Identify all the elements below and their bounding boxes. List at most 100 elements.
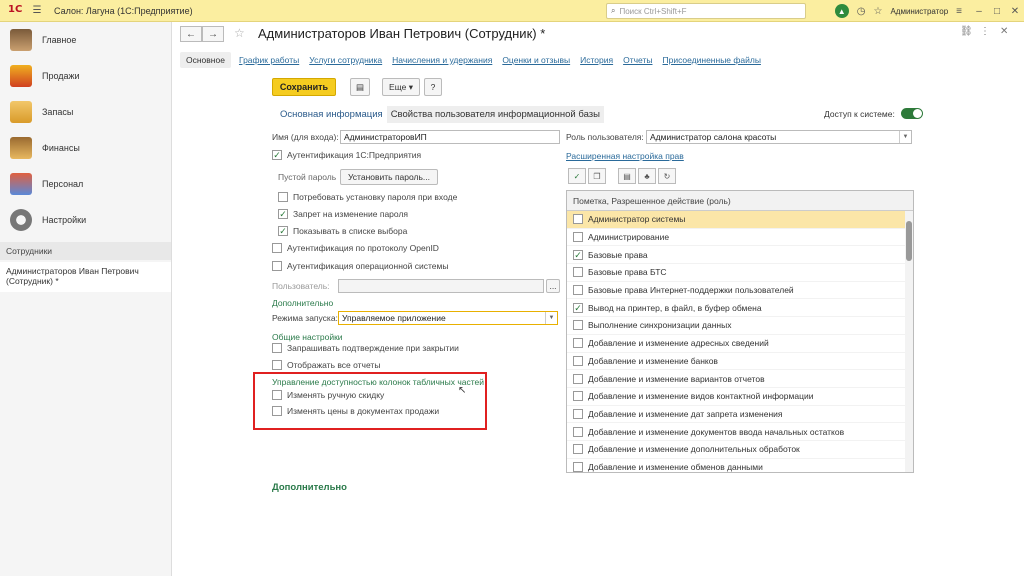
table-row[interactable]: Добавление и изменение обменов данными	[567, 459, 913, 472]
uncheck-all-icon[interactable]: ❐	[588, 168, 606, 184]
openid-checkbox[interactable]	[272, 243, 282, 253]
table-row[interactable]: ✓ Вывод на принтер, в файл, в буфер обмен…	[567, 299, 913, 318]
role-checkbox[interactable]	[573, 426, 583, 437]
favorites-icon[interactable]: ☆	[873, 6, 882, 17]
access-toggle[interactable]	[900, 108, 923, 119]
subtab-ib-user[interactable]: Свойства пользователя информационной баз…	[386, 106, 604, 123]
current-user[interactable]: Администратор	[890, 7, 948, 16]
list-view-icon[interactable]: ▤	[618, 168, 636, 184]
forward-arrow-icon[interactable]: →	[202, 26, 224, 42]
tab-schedule[interactable]: График работы	[239, 55, 299, 65]
extended-rights-link[interactable]: Расширенная настройка прав	[566, 151, 684, 161]
tab-services[interactable]: Услуги сотрудника	[309, 55, 382, 65]
os-user-field[interactable]	[338, 279, 544, 293]
show-in-list-row[interactable]: ✓ Показывать в списке выбора	[278, 226, 407, 236]
chevron-down-icon[interactable]: ▼	[545, 312, 557, 324]
auth-1c-row[interactable]: ✓ Аутентификация 1С:Предприятия	[272, 150, 421, 160]
favorite-star-icon[interactable]: ☆	[234, 26, 245, 40]
table-row[interactable]: Базовые права БТС	[567, 264, 913, 282]
check-all-icon[interactable]: ✓	[568, 168, 586, 184]
global-search-input[interactable]: ⌕ Поиск Ctrl+Shift+F	[606, 3, 806, 19]
subtab-main-info[interactable]: Основная информация	[276, 106, 387, 123]
more-button[interactable]: Еще ▾	[382, 78, 420, 96]
table-row[interactable]: Администрирование	[567, 229, 913, 247]
forbid-change-checkbox[interactable]: ✓	[278, 209, 288, 219]
table-row[interactable]: Администратор системы	[567, 211, 913, 229]
table-row[interactable]: Добавление и изменение адресных сведений	[567, 335, 913, 353]
maximize-icon[interactable]: □	[988, 6, 1006, 17]
open-window-item[interactable]: Администраторов Иван Петрович (Сотрудник…	[0, 262, 171, 292]
sidebar-item-main[interactable]: Главное	[0, 22, 171, 58]
settings-icon[interactable]: ≡	[956, 6, 962, 17]
confirm-close-checkbox[interactable]	[272, 343, 282, 353]
table-row[interactable]: Добавление и изменение вариантов отчетов	[567, 370, 913, 388]
confirm-close-row[interactable]: Запрашивать подтверждение при закрытии	[272, 343, 459, 353]
history-icon[interactable]: ◷	[857, 6, 866, 17]
role-checkbox[interactable]: ✓	[573, 249, 583, 260]
tab-reviews[interactable]: Оценки и отзывы	[502, 55, 570, 65]
forbid-change-row[interactable]: ✓ Запрет на изменение пароля	[278, 209, 408, 219]
role-checkbox[interactable]	[573, 232, 583, 243]
sidebar-item-settings[interactable]: Настройки	[0, 202, 171, 238]
tab-files[interactable]: Присоединенные файлы	[662, 55, 760, 65]
role-checkbox[interactable]	[573, 285, 583, 296]
table-row[interactable]: Выполнение синхронизации данных	[567, 317, 913, 335]
rights-scrollbar[interactable]	[905, 211, 913, 472]
table-row[interactable]: Базовые права Интернет-поддержки пользов…	[567, 282, 913, 300]
role-checkbox[interactable]: ✓	[573, 302, 583, 313]
bottom-extra-title[interactable]: Дополнительно	[272, 482, 347, 493]
role-checkbox[interactable]	[573, 444, 583, 455]
save-button[interactable]: Сохранить	[272, 78, 336, 96]
table-row[interactable]: Добавление и изменение документов ввода …	[567, 423, 913, 441]
show-in-list-checkbox[interactable]: ✓	[278, 226, 288, 236]
tab-main[interactable]: Основное	[180, 52, 231, 68]
os-user-select-button[interactable]: ...	[546, 279, 560, 293]
minimize-icon[interactable]: –	[970, 6, 988, 17]
role-checkbox[interactable]	[573, 461, 583, 472]
role-checkbox[interactable]	[573, 373, 583, 384]
open-windows-section[interactable]: Сотрудники	[0, 242, 171, 260]
os-auth-checkbox[interactable]	[272, 261, 282, 271]
sidebar-item-stock[interactable]: Запасы	[0, 94, 171, 130]
menu-icon[interactable]: ☰	[30, 4, 44, 18]
table-row[interactable]: Добавление и изменение видов контактной …	[567, 388, 913, 406]
tree-view-icon[interactable]: ♣	[638, 168, 656, 184]
role-checkbox[interactable]	[573, 408, 583, 419]
role-checkbox[interactable]	[573, 338, 583, 349]
close-icon[interactable]: ✕	[1006, 6, 1024, 17]
role-checkbox[interactable]	[573, 320, 583, 331]
table-row[interactable]: ✓ Базовые права	[567, 246, 913, 265]
tab-history[interactable]: История	[580, 55, 613, 65]
require-change-checkbox[interactable]	[278, 192, 288, 202]
require-change-row[interactable]: Потребовать установку пароля при входе	[278, 192, 457, 202]
auth-1c-checkbox[interactable]: ✓	[272, 150, 282, 160]
link-icon[interactable]: ⛓	[960, 26, 973, 37]
set-password-button[interactable]: Установить пароль...	[340, 169, 438, 185]
scrollbar-thumb[interactable]	[906, 221, 912, 261]
notifications-icon[interactable]: ▲	[834, 4, 849, 18]
table-row[interactable]: Добавление и изменение дат запрета измен…	[567, 406, 913, 424]
sidebar-item-sales[interactable]: Продажи	[0, 58, 171, 94]
role-checkbox[interactable]	[573, 391, 583, 402]
more-menu-icon[interactable]: ⋮	[980, 26, 990, 37]
login-field[interactable]: АдминистраторовИП	[340, 130, 560, 144]
openid-row[interactable]: Аутентификация по протоколу OpenID	[272, 243, 439, 253]
tab-payroll[interactable]: Начисления и удержания	[392, 55, 492, 65]
document-icon[interactable]: ▤	[350, 78, 370, 96]
show-reports-row[interactable]: Отображать все отчеты	[272, 360, 380, 370]
window-close-icon[interactable]: ✕	[1000, 26, 1008, 37]
help-button[interactable]: ?	[424, 78, 442, 96]
role-checkbox[interactable]	[573, 267, 583, 278]
role-checkbox[interactable]	[573, 355, 583, 366]
table-row[interactable]: Добавление и изменение банков	[567, 353, 913, 371]
launch-mode-select[interactable]: Управляемое приложение ▼	[338, 311, 558, 325]
role-select[interactable]: Администратор салона красоты ▼	[646, 130, 912, 144]
sidebar-item-finance[interactable]: Финансы	[0, 130, 171, 166]
refresh-icon[interactable]: ↻	[658, 168, 676, 184]
tab-reports[interactable]: Отчеты	[623, 55, 652, 65]
sidebar-item-staff[interactable]: Персонал	[0, 166, 171, 202]
back-arrow-icon[interactable]: ←	[180, 26, 202, 42]
show-reports-checkbox[interactable]	[272, 360, 282, 370]
os-auth-row[interactable]: Аутентификация операционной системы	[272, 261, 448, 271]
table-row[interactable]: Добавление и изменение дополнительных об…	[567, 441, 913, 459]
